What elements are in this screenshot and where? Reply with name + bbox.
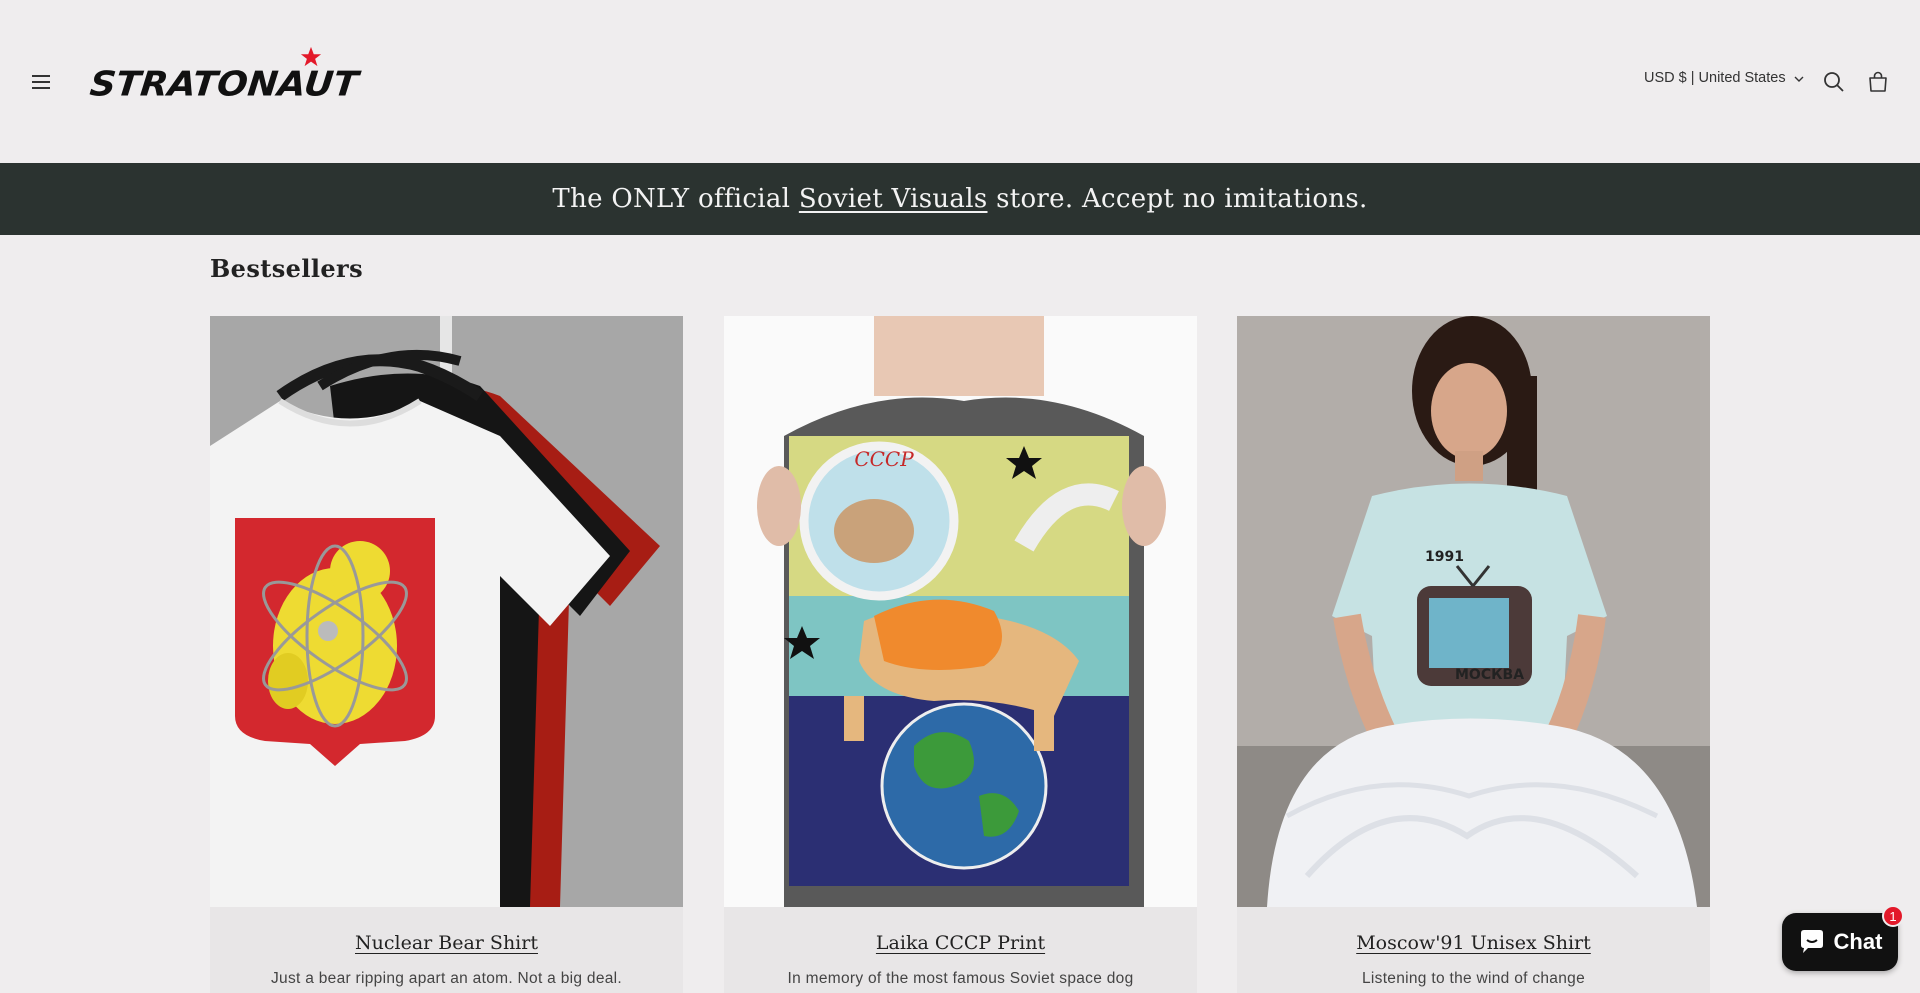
product-card[interactable]: 1991 МОСКВА Moscow'91 Unisex Shirt Liste…: [1237, 316, 1710, 993]
menu-icon[interactable]: [30, 70, 54, 94]
product-image-nuclear-bear-shirt[interactable]: [210, 316, 683, 907]
site-header: STRATONAUT USD $ | United States: [0, 0, 1920, 163]
tv-year-text: 1991: [1425, 549, 1464, 565]
product-card[interactable]: CCCP Laika CCCP Print In memory of the m…: [724, 316, 1197, 993]
soviet-visuals-link[interactable]: Soviet Visuals: [799, 184, 988, 214]
announcement-suffix: store. Accept no imitations.: [987, 184, 1368, 214]
product-title-moscow91-unisex-shirt[interactable]: Moscow'91 Unisex Shirt: [1237, 932, 1710, 954]
logo-text: STRATONAUT: [87, 65, 361, 104]
product-title-laika-cccp-print[interactable]: Laika CCCP Print: [724, 932, 1197, 954]
product-image-laika-cccp-print[interactable]: CCCP: [724, 316, 1197, 907]
product-title-nuclear-bear-shirt[interactable]: Nuclear Bear Shirt: [210, 932, 683, 954]
currency-label: USD $ | United States: [1644, 70, 1786, 86]
helmet-text: CCCP: [854, 447, 914, 471]
product-card[interactable]: Nuclear Bear Shirt Just a bear ripping a…: [210, 316, 683, 993]
chat-button[interactable]: Chat: [1782, 913, 1898, 971]
chat-badge: 1: [1882, 905, 1904, 927]
search-icon[interactable]: [1822, 70, 1846, 94]
currency-selector[interactable]: USD $ | United States: [1644, 70, 1804, 86]
announcement-text: The ONLY official Soviet Visuals store. …: [552, 184, 1367, 214]
section-title: Bestsellers: [210, 254, 363, 283]
announcement-bar: The ONLY official Soviet Visuals store. …: [0, 163, 1920, 235]
announcement-prefix: The ONLY official: [552, 184, 799, 214]
product-description: Just a bear ripping apart an atom. Not a…: [270, 970, 623, 987]
site-logo[interactable]: STRATONAUT: [88, 44, 360, 114]
chevron-down-icon: [1794, 76, 1804, 82]
cart-icon[interactable]: [1866, 70, 1890, 94]
chat-label: Chat: [1833, 929, 1883, 954]
star-icon: [300, 46, 322, 67]
tv-city-text: МОСКВА: [1455, 667, 1524, 683]
product-description: Listening to the wind of change: [1361, 970, 1585, 987]
product-description: In memory of the most famous Soviet spac…: [787, 970, 1134, 987]
product-image-moscow91-unisex-shirt[interactable]: 1991 МОСКВА: [1237, 316, 1710, 907]
chat-bubble-icon: [1800, 930, 1823, 953]
